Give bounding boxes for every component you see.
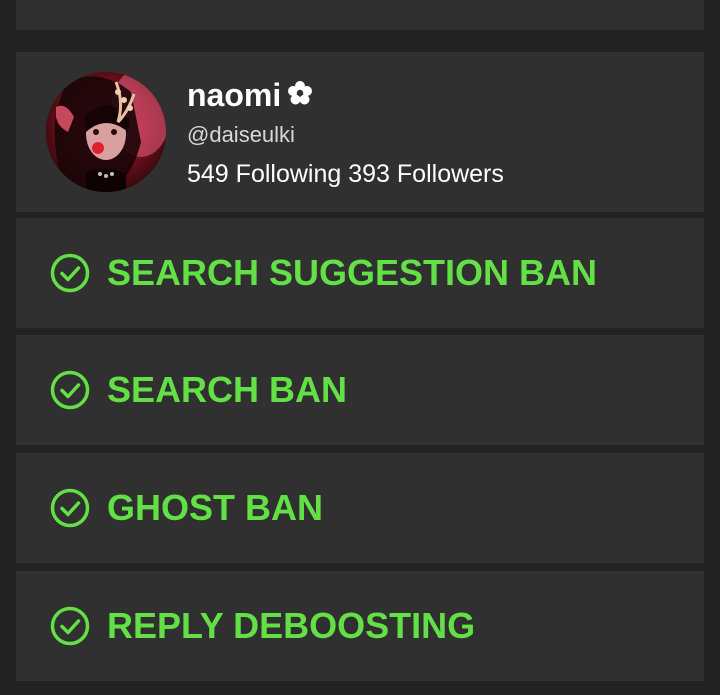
check-circle-icon (50, 488, 90, 528)
status-row: REPLY DEBOOSTING (50, 571, 475, 681)
flower-icon (287, 77, 313, 113)
status-card-search-suggestion-ban[interactable]: SEARCH SUGGESTION BAN (16, 218, 704, 328)
check-circle-icon (50, 253, 90, 293)
status-label: GHOST BAN (107, 487, 323, 528)
following-count[interactable]: 549 (187, 160, 229, 188)
followers-label[interactable]: Followers (397, 160, 504, 188)
status-row: SEARCH SUGGESTION BAN (50, 218, 597, 328)
status-label: REPLY DEBOOSTING (107, 605, 476, 646)
follow-stats: 549 Following 393 Followers (187, 159, 504, 189)
status-row: GHOST BAN (50, 453, 323, 563)
status-card-reply-deboosting[interactable]: REPLY DEBOOSTING (16, 571, 704, 681)
status-label: SEARCH BAN (107, 369, 348, 410)
display-name-text: naomi (187, 77, 282, 113)
previous-card (16, 0, 704, 30)
avatar-image (46, 72, 166, 192)
avatar[interactable] (46, 72, 166, 192)
profile-card[interactable]: naomi @daiseulki 549 Following 393 Follo… (16, 52, 704, 212)
check-circle-icon (50, 606, 90, 646)
status-row: SEARCH BAN (50, 335, 347, 445)
followers-count[interactable]: 393 (348, 160, 390, 188)
user-handle[interactable]: @daiseulki (187, 122, 295, 148)
status-card-search-ban[interactable]: SEARCH BAN (16, 335, 704, 445)
check-circle-icon (50, 370, 90, 410)
display-name[interactable]: naomi (187, 77, 313, 113)
following-label[interactable]: Following (236, 160, 342, 188)
status-label: SEARCH SUGGESTION BAN (107, 252, 598, 293)
page: naomi @daiseulki 549 Following 393 Follo… (0, 0, 720, 695)
status-card-ghost-ban[interactable]: GHOST BAN (16, 453, 704, 563)
